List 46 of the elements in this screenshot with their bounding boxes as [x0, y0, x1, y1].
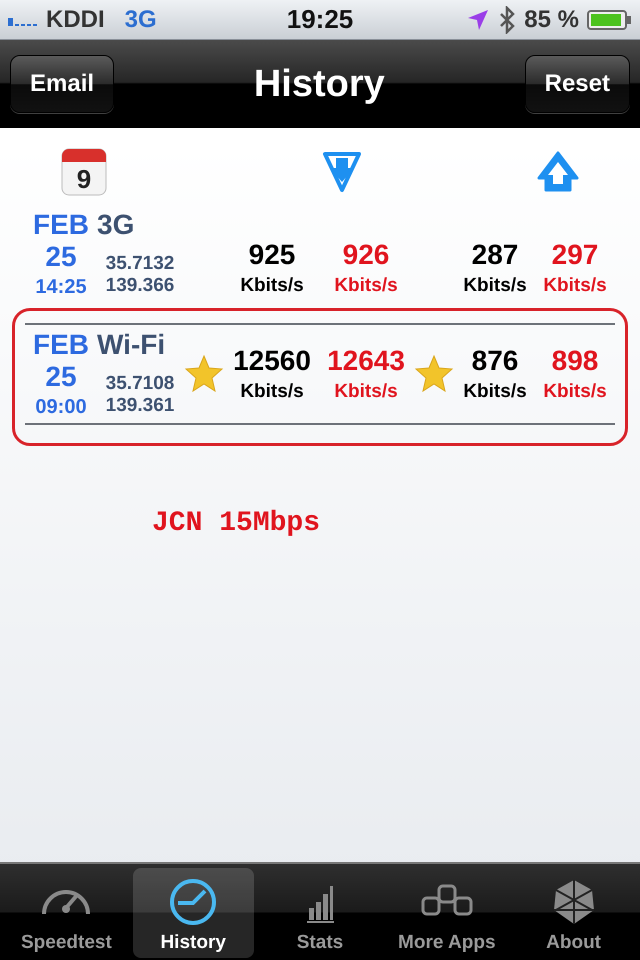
speed-value: 876 — [472, 345, 518, 377]
test-time: 14:25 — [35, 277, 87, 297]
test-month: FEB — [33, 211, 89, 239]
location-arrow-icon — [466, 8, 490, 32]
network-type: Wi-Fi — [97, 331, 166, 359]
tab-item[interactable]: Stats — [260, 868, 380, 958]
speed-value: 925 — [248, 239, 296, 271]
speed-unit: Kbits/s — [463, 381, 527, 403]
longitude-text: 139.361 — [106, 395, 174, 417]
test-time: 09:00 — [35, 397, 87, 417]
reset-button[interactable]: Reset — [524, 55, 630, 113]
screen-title: History — [254, 62, 385, 106]
speed-value: 297 — [552, 239, 598, 271]
battery-icon — [587, 10, 632, 30]
speed-unit: Kbits/s — [543, 275, 607, 297]
upload-arrow-icon — [535, 150, 581, 194]
test-month: FEB — [33, 331, 89, 359]
battery-percent: 85 % — [524, 6, 579, 34]
test-day: 25 — [45, 363, 77, 391]
tab-item[interactable]: More Apps — [386, 868, 508, 958]
network-type: 3G — [124, 6, 157, 34]
email-button[interactable]: Email — [10, 55, 114, 113]
network-type: 3G — [97, 211, 134, 239]
longitude-text: 139.366 — [106, 275, 174, 297]
speed-unit: Kbits/s — [334, 381, 398, 403]
speed-unit: Kbits/s — [463, 275, 527, 297]
speed-unit: Kbits/s — [240, 381, 304, 403]
test-day: 25 — [45, 243, 77, 271]
speed-value: 898 — [552, 345, 598, 377]
carrier-name: KDDI — [46, 6, 105, 34]
speed-value: 12560 — [233, 345, 311, 377]
calendar-day: 9 — [76, 164, 92, 194]
latitude-text: 35.7108 — [106, 373, 174, 396]
latitude-text: 35.7132 — [106, 253, 174, 276]
speed-unit: Kbits/s — [334, 275, 398, 297]
bluetooth-icon — [498, 6, 516, 34]
speed-unit: Kbits/s — [240, 275, 304, 297]
speed-value: 926 — [342, 239, 390, 271]
tab-item[interactable]: History — [132, 868, 254, 958]
clock-time: 19:25 — [286, 4, 354, 35]
annotation-text: JCN 15Mbps — [152, 508, 322, 539]
tab-item[interactable]: About — [513, 868, 634, 958]
tab-item[interactable]: Speedtest — [6, 868, 127, 958]
speed-value: 12643 — [327, 345, 405, 377]
speed-value: 287 — [472, 239, 518, 271]
speed-unit: Kbits/s — [543, 381, 607, 403]
